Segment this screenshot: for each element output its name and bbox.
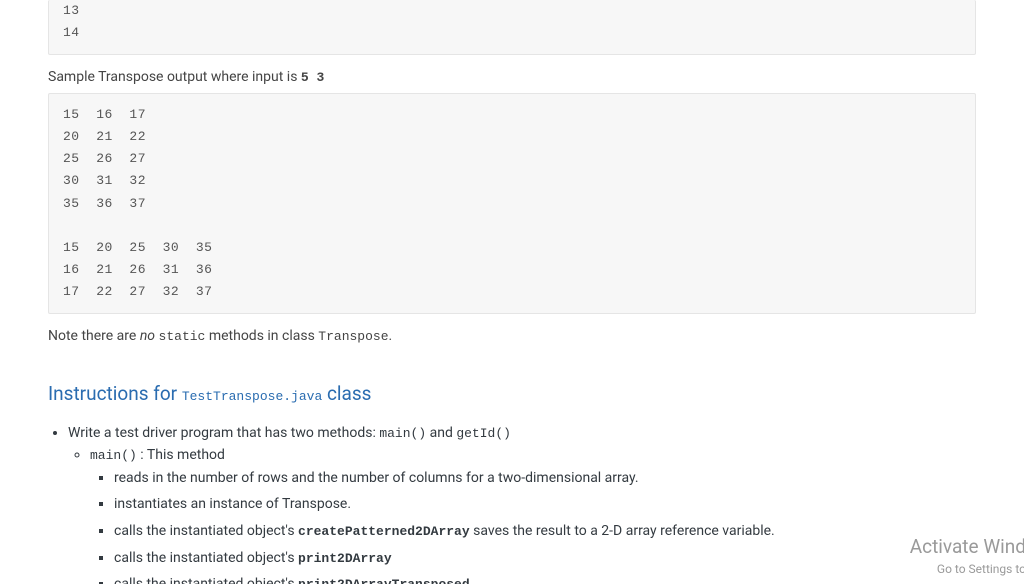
subsub-c-code: createPatterned2DArray [298,524,470,539]
subsub-d-pre: calls the instantiated object's [114,550,298,566]
list-item: Write a test driver program that has two… [68,425,976,584]
subsub-e-code: print2DArrayTransposed [298,577,470,584]
subsub-list: reads in the number of rows and the numb… [114,467,976,584]
bullet-getid-code: getId() [456,426,511,441]
note-no: no [140,328,155,344]
note-paragraph: Note there are no static methods in clas… [48,328,976,344]
sub-main-code: main() [90,448,137,463]
list-item: main() : This method reads in the number… [90,447,976,584]
sub-main-post: : This method [137,447,225,463]
document-page: 13 14 Sample Transpose output where inpu… [0,0,1024,584]
subsub-b: instantiates an instance of Transpose. [114,496,351,512]
list-item: calls the instantiated object's print2DA… [114,547,976,570]
sample-output-label: Sample Transpose output where input is 5… [48,69,976,85]
sample-output-block: 15 16 17 20 21 22 25 26 27 30 31 32 35 3… [48,93,976,314]
sample-output-args: 5 3 [301,70,324,85]
list-item: instantiates an instance of Transpose. [114,493,976,515]
sub-list: main() : This method reads in the number… [90,447,976,584]
instruction-list: Write a test driver program that has two… [68,425,976,584]
subsub-e-pre: calls the instantiated object's [114,576,298,584]
bullet-main-code: main() [379,426,426,441]
bullet-top-pre: Write a test driver program that has two… [68,425,379,441]
note-class: Transpose [318,329,388,344]
subsub-c-post: saves the result to a 2-D array referenc… [470,523,775,539]
note-end: . [389,328,393,344]
list-item: calls the instantiated object's createPa… [114,520,976,543]
heading-pre: Instructions for [48,382,182,405]
heading-filename: TestTranspose.java [182,389,322,404]
subsub-d-code: print2DArray [298,551,392,566]
heading-post: class [322,382,371,405]
bullet-and: and [426,425,456,441]
sample-output-label-text: Sample Transpose output where input is [48,69,301,85]
list-item: reads in the number of rows and the numb… [114,467,976,489]
subsub-c-pre: calls the instantiated object's [114,523,298,539]
note-mid2: methods in class [205,328,318,344]
list-item: calls the instantiated object's print2DA… [114,573,976,584]
instructions-heading: Instructions for TestTranspose.java clas… [48,382,976,405]
note-pre: Note there are [48,328,140,344]
note-static: static [159,329,206,344]
code-block-top: 13 14 [48,0,976,55]
subsub-a: reads in the number of rows and the numb… [114,470,639,486]
